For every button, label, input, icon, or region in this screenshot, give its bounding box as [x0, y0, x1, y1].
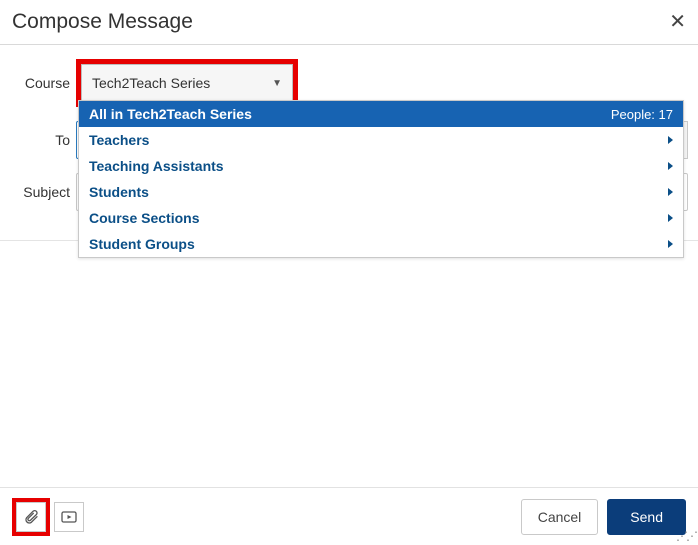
attach-button[interactable]	[16, 502, 46, 532]
chevron-right-icon	[668, 136, 673, 144]
course-selected-text: Tech2Teach Series	[92, 75, 210, 91]
dropdown-item-label: All in Tech2Teach Series	[89, 106, 252, 122]
label-subject: Subject	[10, 184, 76, 200]
dropdown-item[interactable]: Teaching Assistants	[79, 153, 683, 179]
modal-title: Compose Message	[12, 10, 193, 34]
dropdown-item[interactable]: Student Groups	[79, 231, 683, 257]
compose-modal: Compose Message ✕ Course Tech2Teach Seri…	[0, 0, 698, 545]
attach-highlight-box	[12, 498, 50, 536]
label-to: To	[10, 132, 76, 148]
send-button[interactable]: Send	[607, 499, 686, 535]
people-count: People: 17	[611, 107, 673, 122]
recipient-dropdown: All in Tech2Teach Series People: 17 Teac…	[78, 100, 684, 258]
dropdown-item-label: Teachers	[89, 132, 149, 148]
dropdown-item-label: Teaching Assistants	[89, 158, 224, 174]
modal-header: Compose Message ✕	[0, 0, 698, 45]
course-select[interactable]: Tech2Teach Series ▼	[81, 64, 293, 102]
chevron-right-icon	[668, 188, 673, 196]
footer: Cancel Send ⋰⋰	[0, 487, 698, 545]
chevron-right-icon	[668, 214, 673, 222]
dropdown-item[interactable]: Course Sections	[79, 205, 683, 231]
dropdown-item-label: Course Sections	[89, 210, 199, 226]
dropdown-item-label: Student Groups	[89, 236, 195, 252]
form-area: Course Tech2Teach Series ▼ To	[0, 45, 698, 211]
chevron-right-icon	[668, 240, 673, 248]
dropdown-item[interactable]: Teachers	[79, 127, 683, 153]
paperclip-icon	[23, 509, 39, 525]
label-course: Course	[10, 75, 76, 91]
dropdown-item[interactable]: Students	[79, 179, 683, 205]
close-icon[interactable]: ✕	[669, 12, 686, 32]
chevron-down-icon: ▼	[272, 78, 282, 89]
dropdown-item-all[interactable]: All in Tech2Teach Series People: 17	[79, 101, 683, 127]
media-icon	[61, 510, 77, 524]
media-button[interactable]	[54, 502, 84, 532]
dropdown-item-label: Students	[89, 184, 149, 200]
chevron-right-icon	[668, 162, 673, 170]
cancel-button[interactable]: Cancel	[521, 499, 599, 535]
